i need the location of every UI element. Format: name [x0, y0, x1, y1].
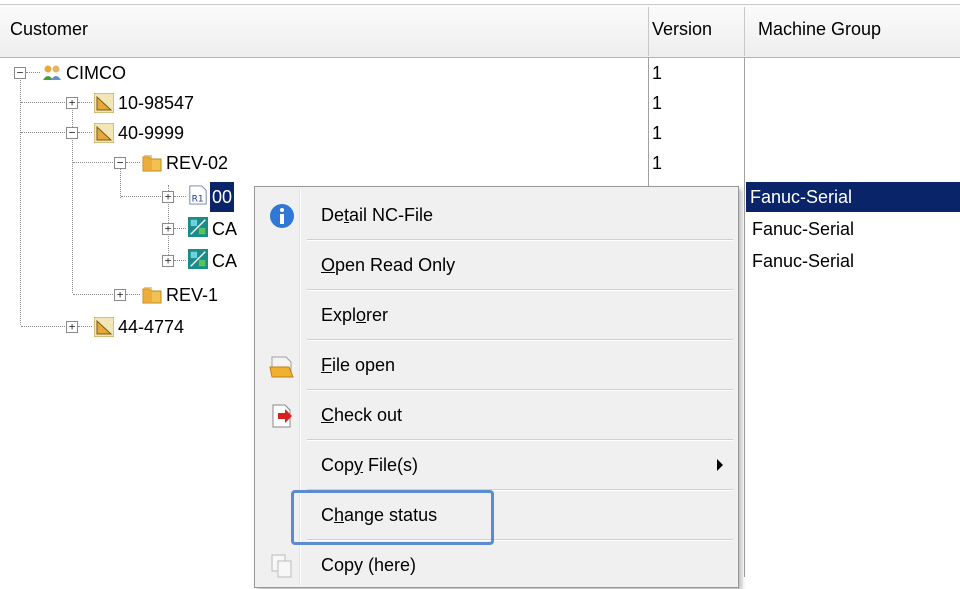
- column-header-customer[interactable]: Customer: [10, 19, 88, 40]
- column-header-version[interactable]: Version: [652, 19, 712, 40]
- menu-separator: [307, 289, 733, 291]
- people-icon: [43, 65, 61, 80]
- expand-toggle-icon[interactable]: +: [66, 321, 78, 333]
- menu-item-label: Copy (here): [321, 555, 417, 575]
- collapse-toggle-icon[interactable]: −: [14, 67, 26, 79]
- machine-group-cell: Fanuc-Serial: [752, 219, 855, 239]
- info-icon: [270, 204, 294, 228]
- menu-item-label: Open Read Only: [321, 255, 456, 275]
- column-divider[interactable]: [648, 7, 649, 56]
- collapse-toggle-icon[interactable]: −: [114, 157, 126, 169]
- tree-row[interactable]: + 10-98547 1: [0, 88, 960, 120]
- set-square-icon: [94, 123, 114, 143]
- menu-item-open-read-only[interactable]: Open Read Only: [257, 243, 735, 289]
- machine-group-cell: Fanuc-Serial: [752, 251, 855, 271]
- machine-group-cell: Fanuc-Serial: [746, 182, 960, 212]
- cam-file-icon: [188, 217, 208, 237]
- column-header-bar: Customer Version Machine Group: [0, 4, 960, 58]
- tree-label: REV-02: [166, 153, 229, 173]
- tree-row[interactable]: − CIMCO 1: [0, 58, 960, 90]
- column-header-machine-group[interactable]: Machine Group: [758, 19, 881, 40]
- expand-toggle-icon[interactable]: +: [162, 255, 174, 267]
- expand-toggle-icon[interactable]: +: [162, 223, 174, 235]
- menu-item-label: Explorer: [321, 305, 389, 325]
- version-cell: 1: [652, 153, 663, 173]
- menu-item-label: Copy File(s): [321, 455, 419, 475]
- svg-text:R1: R1: [192, 194, 204, 204]
- version-cell: 1: [652, 123, 663, 143]
- version-cell: 1: [652, 93, 663, 113]
- tree-row[interactable]: − 40-9999 1: [0, 118, 960, 150]
- folder-icon: [142, 287, 162, 304]
- menu-item-label: Check out: [321, 405, 403, 425]
- version-cell: 1: [652, 63, 663, 83]
- copy-icon: [271, 554, 292, 578]
- menu-item-label: Detail NC-File: [321, 205, 434, 225]
- menu-item-copy-files[interactable]: Copy File(s): [257, 443, 735, 489]
- menu-item-explorer[interactable]: Explorer: [257, 293, 735, 339]
- menu-separator: [307, 339, 733, 341]
- set-square-icon: [94, 317, 114, 337]
- menu-item-label: File open: [321, 355, 396, 375]
- collapse-toggle-icon[interactable]: −: [66, 127, 78, 139]
- expand-toggle-icon[interactable]: +: [66, 97, 78, 109]
- tree-label: 00: [210, 182, 235, 212]
- tree-label: CA: [212, 219, 238, 239]
- open-folder-icon: [269, 356, 294, 378]
- set-square-icon: [94, 93, 114, 113]
- menu-separator: [307, 389, 733, 391]
- tree-row[interactable]: − REV-02 1: [0, 148, 960, 180]
- tree-label: 40-9999: [118, 123, 185, 143]
- menu-item-check-out[interactable]: Check out: [257, 393, 735, 439]
- tree-label: 44-4774: [118, 317, 185, 337]
- menu-item-copy-here[interactable]: Copy (here): [257, 543, 735, 589]
- menu-separator: [307, 439, 733, 441]
- menu-item-detail-nc-file[interactable]: Detail NC-File: [257, 193, 735, 239]
- cam-file-icon: [188, 249, 208, 269]
- folder-icon: [142, 155, 162, 172]
- tree-label: CIMCO: [66, 63, 126, 83]
- tree-label: CA: [212, 251, 238, 271]
- expand-toggle-icon[interactable]: +: [162, 191, 174, 203]
- expand-toggle-icon[interactable]: +: [114, 289, 126, 301]
- highlight-annotation-box: [291, 490, 494, 545]
- menu-separator: [307, 239, 733, 241]
- submenu-arrow-icon: [717, 459, 723, 471]
- menu-item-file-open[interactable]: File open: [257, 343, 735, 389]
- column-divider[interactable]: [744, 7, 745, 56]
- nc-file-icon: R1: [189, 185, 207, 205]
- tree-label: REV-1: [166, 285, 219, 305]
- tree-label: 10-98547: [118, 93, 195, 113]
- check-out-icon: [272, 404, 292, 428]
